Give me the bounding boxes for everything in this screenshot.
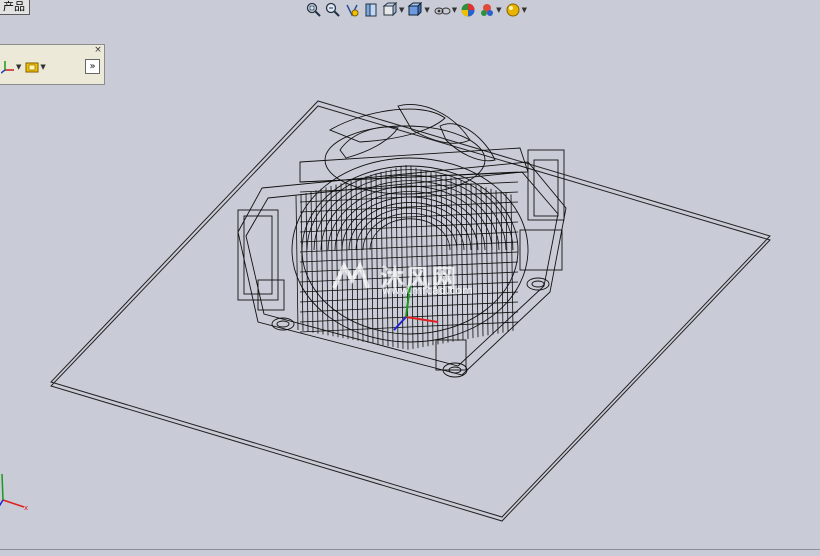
base-plate: [50, 100, 771, 522]
floating-toolbar-panel: × ▼ ▼ »: [0, 44, 105, 85]
watermark-logo-icon: [332, 261, 370, 289]
reference-triad-icon[interactable]: ▼: [1, 60, 21, 74]
view-settings-icon[interactable]: ▼: [505, 2, 527, 18]
zoom-to-fit-icon[interactable]: [306, 2, 322, 18]
view-orientation-icon[interactable]: ▼: [382, 2, 404, 18]
display-style-icon[interactable]: ▼: [407, 2, 430, 18]
svg-text:x: x: [24, 504, 28, 512]
section-view-icon[interactable]: [363, 2, 379, 18]
product-tab[interactable]: 产品: [0, 0, 30, 15]
apply-scene-icon[interactable]: ▼: [479, 2, 502, 18]
close-icon[interactable]: ×: [94, 46, 102, 55]
double-chevron-down-icon[interactable]: »: [85, 59, 100, 74]
hide-show-items-icon[interactable]: ▼: [433, 2, 457, 18]
watermark: 沐风网 www.mfcad.com: [330, 258, 500, 298]
folder-icon[interactable]: ▼: [25, 60, 46, 74]
edit-appearance-icon[interactable]: [460, 2, 476, 18]
zoom-to-area-icon[interactable]: [325, 2, 341, 18]
reference-triad-icon: x: [0, 473, 28, 512]
status-divider: [0, 549, 820, 550]
previous-view-icon[interactable]: [344, 2, 360, 18]
watermark-subtext: www.mfcad.com: [382, 284, 473, 297]
view-toolbar: ▼ ▼ ▼ ▼ ▼: [306, 1, 527, 19]
